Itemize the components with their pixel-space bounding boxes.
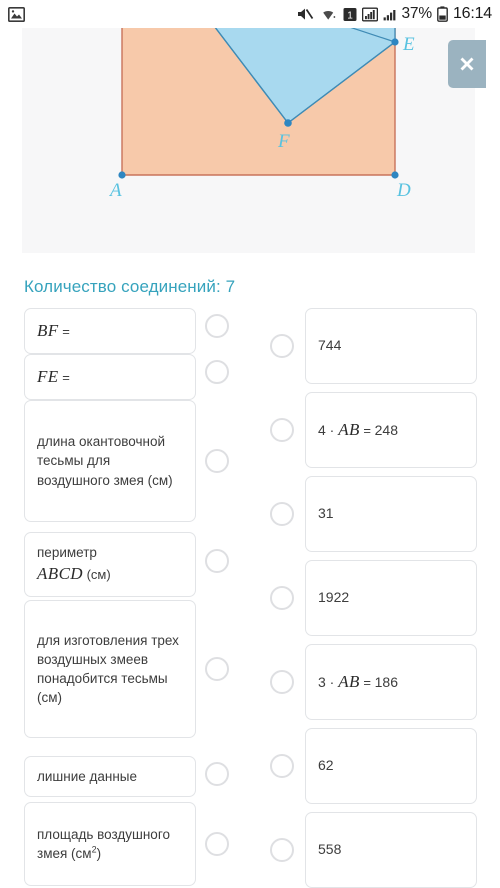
term-math: BF <box>37 321 59 340</box>
point-d <box>391 171 399 179</box>
term-card-extra[interactable]: лишние данные <box>24 756 196 798</box>
term-unit: (см) <box>82 567 111 583</box>
value-card-r1922[interactable]: 1922 <box>305 560 477 636</box>
connections-count-label: Количество соединений: 7 <box>24 277 236 296</box>
right-connector-radio-r4ab[interactable] <box>270 418 294 442</box>
label-d: D <box>396 180 411 201</box>
term-card-three[interactable]: для изготовления трех воздушных змеев по… <box>24 600 196 738</box>
value-number: 31 <box>318 505 334 522</box>
value-card-r31[interactable]: 31 <box>305 476 477 552</box>
left-connector-radio-perimeter[interactable] <box>205 549 229 573</box>
label-e: E <box>402 34 415 55</box>
status-bar: 1 37% 16:14 <box>0 0 500 28</box>
right-connector-radio-r62[interactable] <box>270 754 294 778</box>
value-card-r558[interactable]: 558 <box>305 812 477 888</box>
signal-bars-2-icon <box>383 7 397 22</box>
right-connector-radio-r1922[interactable] <box>270 586 294 610</box>
value-number: 1922 <box>318 589 350 606</box>
point-e <box>391 38 399 46</box>
svg-text:1: 1 <box>347 10 353 21</box>
value-card-r744[interactable]: 744 <box>305 308 477 384</box>
value-number: 62 <box>318 757 334 774</box>
battery-percent-label: 37% <box>401 5 433 22</box>
point-f <box>284 119 292 127</box>
value-equals: = <box>359 674 375 690</box>
term-text: для изготовления трех воздушных змеев по… <box>37 632 179 706</box>
value-math: AB <box>338 419 360 439</box>
left-connector-radio-three[interactable] <box>205 657 229 681</box>
left-connector-radio-bf[interactable] <box>205 314 229 338</box>
signal-bars-icon <box>361 7 378 22</box>
value-card-r3ab[interactable]: 3 · AB = 186 <box>305 644 477 720</box>
term-math: ABCD <box>37 564 83 584</box>
term-equals: = <box>58 370 70 385</box>
term-text: длина окантовочной тесьмы для воздушного… <box>37 434 173 488</box>
term-equals: = <box>58 324 70 339</box>
geometry-figure-panel: A D E F <box>22 28 475 253</box>
right-connector-radio-r31[interactable] <box>270 502 294 526</box>
term-card-perimeter[interactable]: периметр ABCD (см) <box>24 532 196 598</box>
point-a <box>118 171 126 179</box>
right-connector-radio-r744[interactable] <box>270 334 294 358</box>
kite-rectangle-diagram: A D E F <box>108 28 415 201</box>
mute-icon <box>296 6 314 22</box>
image-icon <box>8 6 25 22</box>
battery-icon <box>437 6 448 22</box>
term-card-area[interactable]: площадь воздушного змея (см2) <box>24 802 196 886</box>
term-card-tesma[interactable]: длина окантовочной тесьмы для воздушного… <box>24 400 196 522</box>
status-bar-left <box>8 6 25 22</box>
value-card-r4ab[interactable]: 4 · AB = 248 <box>305 392 477 468</box>
value-number: 248 <box>374 421 398 438</box>
left-connector-radio-fe[interactable] <box>205 360 229 384</box>
term-text: лишние данные <box>37 769 138 784</box>
term-text: периметр <box>37 545 97 560</box>
status-bar-right: 1 37% 16:14 <box>296 5 492 23</box>
term-card-bf[interactable]: BF = <box>24 308 196 355</box>
value-number: 744 <box>318 337 342 354</box>
term-card-fe[interactable]: FE = <box>24 354 196 401</box>
value-number: 558 <box>318 841 342 858</box>
sim-1-icon: 1 <box>343 7 357 22</box>
label-f: F <box>277 131 290 152</box>
wifi-icon <box>319 6 338 22</box>
left-connector-radio-area[interactable] <box>205 832 229 856</box>
close-button[interactable] <box>448 40 486 88</box>
value-equals: = <box>359 422 375 438</box>
term-math: FE <box>37 367 59 386</box>
right-connector-radio-r3ab[interactable] <box>270 670 294 694</box>
value-coefficient: 3 · <box>318 673 339 690</box>
value-number: 186 <box>374 673 398 690</box>
left-connector-radio-extra[interactable] <box>205 762 229 786</box>
clock-label: 16:14 <box>452 5 492 22</box>
right-connector-radio-r558[interactable] <box>270 838 294 862</box>
value-card-r62[interactable]: 62 <box>305 728 477 804</box>
label-a: A <box>108 180 122 201</box>
left-connector-radio-tesma[interactable] <box>205 449 229 473</box>
term-text: площадь воздушного змея (см2) <box>37 826 170 862</box>
term-unit-exponent: 2 <box>91 844 97 855</box>
matching-board: BF = FE = длина окантовочной тесьмы для во… <box>0 300 500 888</box>
value-coefficient: 4 · <box>318 421 339 438</box>
close-icon <box>460 57 474 71</box>
value-math: AB <box>338 671 360 691</box>
